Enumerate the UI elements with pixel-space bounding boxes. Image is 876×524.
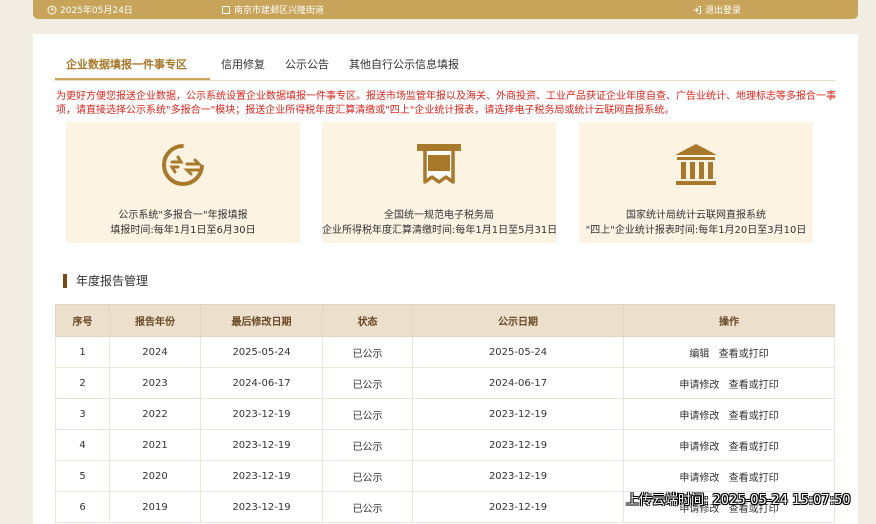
request-modify-link[interactable]: 申请修改 [679,442,719,453]
cell-published: 2024-06-17 [412,367,624,399]
request-modify-link[interactable]: 申请修改 [679,380,719,391]
cell-modified: 2023-12-19 [200,398,323,430]
view-print-link[interactable]: 查看或打印 [729,473,779,484]
system-card-title: 全国统一规范电子税务局 [384,210,494,221]
tab-bar: 企业数据填报一件事专区 信用修复 公示公告 其他自行公示信息填报 [55,52,835,81]
cell-year: 2020 [109,460,201,492]
clock-icon [47,5,57,14]
request-modify-link[interactable]: 申请修改 [679,411,719,422]
system-card-time: 企业所得税年度汇算清缴时间:每年1月1日至5月31日 [322,225,558,236]
view-print-link[interactable]: 查看或打印 [729,380,779,391]
cell-published: 2025-05-24 [412,336,624,368]
cell-published: 2023-12-19 [412,491,624,523]
cell-no: 3 [55,398,110,430]
cell-no: 2 [55,367,110,399]
cell-status: 已公示 [322,460,413,492]
table-row: 1 2024 2025-05-24 已公示 2025-05-24 编辑 查看或打… [55,336,835,368]
view-print-link[interactable]: 查看或打印 [729,442,779,453]
column-header: 最后修改日期 [200,304,323,337]
cell-ops: 编辑 查看或打印 [623,336,835,368]
cell-modified: 2025-05-24 [200,336,323,368]
cell-modified: 2023-12-19 [200,429,323,461]
cell-ops: 申请修改 查看或打印 [623,429,835,461]
header-org-text: 南京市建邺区兴隆街道 [234,6,325,16]
column-header: 状态 [322,304,413,337]
system-card-time: "四上"企业统计报表时间:每年1月20日至3月10日 [585,225,807,236]
notice-text: 为更好方便您报送企业数据，公示系统设置企业数据填报一件事专区。报送市场监管年报以… [56,91,836,116]
column-header: 操作 [623,304,835,337]
header-org: 南京市建邺区兴隆街道 [221,3,324,16]
bank-building-icon [675,144,717,185]
cell-status: 已公示 [322,398,413,430]
cell-published: 2023-12-19 [412,398,624,430]
cell-year: 2023 [109,367,201,399]
view-print-link[interactable]: 查看或打印 [719,349,769,360]
table-row: 5 2020 2023-12-19 已公示 2023-12-19 申请修改 查看… [55,460,835,492]
cell-ops: 申请修改 查看或打印 [623,460,835,492]
column-header: 报告年份 [109,304,201,337]
cell-published: 2023-12-19 [412,460,624,492]
cell-status: 已公示 [322,491,413,523]
header-date: 2025年05月24日 [47,3,133,16]
table-row: 3 2022 2023-12-19 已公示 2023-12-19 申请修改 查看… [55,398,835,430]
cell-no: 6 [55,491,110,523]
column-header: 公示日期 [412,304,624,337]
cell-modified: 2023-12-19 [200,491,323,523]
tab-other-self-disclosure[interactable]: 其他自行公示信息填报 [349,56,459,72]
cell-no: 5 [55,460,110,492]
cell-status: 已公示 [322,336,413,368]
cell-ops: 申请修改 查看或打印 [623,367,835,399]
header-date-text: 2025年05月24日 [60,6,133,16]
system-card-title: 国家统计局统计云联网直报系统 [626,210,766,221]
system-card-statistics[interactable]: 国家统计局统计云联网直报系统 "四上"企业统计报表时间:每年1月20日至3月10… [579,122,813,243]
view-print-link[interactable]: 查看或打印 [729,411,779,422]
cell-year: 2021 [109,429,201,461]
section-title-annual-report: 年度报告管理 [63,274,148,288]
table-header-row: 序号 报告年份 最后修改日期 状态 公示日期 操作 [55,304,835,337]
system-card-title: 公示系统"多报合一"年报填报 [118,210,248,221]
upload-timestamp-watermark: 上传云端时间: 2025-05-24 15:07:50 [626,493,851,508]
tab-public-notice[interactable]: 公示公告 [285,56,329,72]
cell-status: 已公示 [322,429,413,461]
cell-modified: 2023-12-19 [200,460,323,492]
cell-status: 已公示 [322,367,413,399]
cell-ops: 申请修改 查看或打印 [623,398,835,430]
system-card-time: 填报时间:每年1月1日至6月30日 [110,225,256,236]
active-tab-indicator [55,78,210,80]
cell-year: 2024 [109,336,201,368]
multi-report-icon [162,144,204,186]
top-header-bar: 2025年05月24日 南京市建邺区兴隆街道 退出登录 [33,0,858,19]
logout-label: 退出登录 [705,6,742,16]
building-icon [222,5,230,14]
tab-enterprise-data[interactable]: 企业数据填报一件事专区 [66,56,187,72]
cell-no: 4 [55,429,110,461]
cell-year: 2022 [109,398,201,430]
cell-no: 1 [55,336,110,368]
logout-button[interactable]: 退出登录 [692,3,741,16]
logout-icon [693,5,701,14]
table-row: 4 2021 2023-12-19 已公示 2023-12-19 申请修改 查看… [55,429,835,461]
system-card-multi-report[interactable]: 公示系统"多报合一"年报填报 填报时间:每年1月1日至6月30日 [66,122,300,243]
column-header: 序号 [55,304,110,337]
tax-icon [417,144,461,184]
cell-modified: 2024-06-17 [200,367,323,399]
request-modify-link[interactable]: 申请修改 [679,473,719,484]
system-card-e-tax[interactable]: 全国统一规范电子税务局 企业所得税年度汇算清缴时间:每年1月1日至5月31日 [322,122,558,243]
edit-link[interactable]: 编辑 [689,349,709,360]
cell-published: 2023-12-19 [412,429,624,461]
main-content-card: 企业数据填报一件事专区 信用修复 公示公告 其他自行公示信息填报 为更好方便您报… [33,34,858,524]
tab-credit-repair[interactable]: 信用修复 [221,56,265,72]
table-row: 2 2023 2024-06-17 已公示 2024-06-17 申请修改 查看… [55,367,835,399]
cell-year: 2019 [109,491,201,523]
